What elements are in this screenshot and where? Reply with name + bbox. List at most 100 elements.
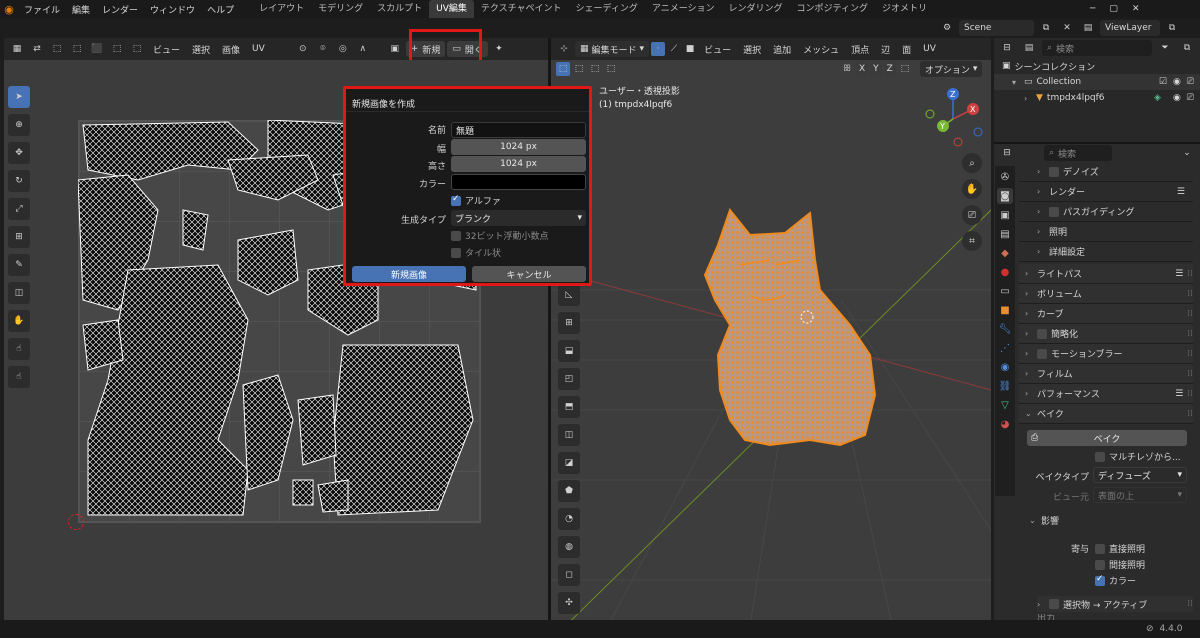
vertex-mode-icon[interactable]: ·	[651, 42, 666, 56]
view-from-dropdown[interactable]: 表面の上 ▾	[1093, 487, 1187, 503]
indirect-checkbox[interactable]: 間接照明	[1095, 558, 1145, 571]
select-extend-icon[interactable]: ⬚	[572, 62, 586, 76]
scene-tab-icon[interactable]: ◆	[997, 245, 1013, 261]
particles-tab-icon[interactable]: ⋰	[997, 340, 1013, 356]
multires-checkbox[interactable]: マルチレゾから...	[1095, 450, 1181, 463]
overlay-icon[interactable]: ⬚	[898, 62, 912, 76]
falloff-icon[interactable]: ∧	[354, 40, 372, 58]
scene-field[interactable]: Scene	[959, 20, 1034, 36]
drag-handle-icon[interactable]: ⁞⁞	[1187, 329, 1193, 339]
checkbox-icon[interactable]	[1037, 328, 1047, 339]
menu-edit[interactable]: 編集	[66, 3, 96, 16]
float-checkbox[interactable]: 32ビット浮動小数点	[451, 229, 548, 242]
new-image-confirm-button[interactable]: 新規画像	[352, 266, 466, 282]
outliner-search-input[interactable]: ⌕ 検索	[1042, 40, 1152, 56]
outliner-editor-icon[interactable]: ⊟	[998, 39, 1016, 57]
display-mode-icon[interactable]: ▤	[1020, 39, 1038, 57]
tab-compositing[interactable]: コンポジティング	[790, 0, 875, 18]
list-icon[interactable]: ☰	[1175, 269, 1183, 279]
rotate-tool-icon[interactable]: ↻	[8, 170, 30, 192]
menu-render[interactable]: レンダー	[96, 3, 144, 16]
close-icon[interactable]: ✕	[1058, 19, 1076, 37]
zoom-icon[interactable]: ⌕	[962, 153, 982, 173]
tab-uv-editing[interactable]: UV編集	[429, 0, 474, 18]
object-row[interactable]: › ▼ tmpdx4lpqf6 ◈ ◉ ⎚	[994, 90, 1200, 106]
tab-shading[interactable]: シェーディング	[569, 0, 645, 18]
pin-icon[interactable]: ✦	[490, 40, 508, 58]
denoise-row[interactable]: › デノイズ	[1019, 162, 1193, 182]
drag-handle-icon[interactable]: ⁞⁞	[1187, 269, 1193, 279]
editor-type-icon[interactable]: ⊹	[555, 40, 573, 58]
color-swatch[interactable]	[451, 174, 586, 190]
axis-z-button[interactable]: Z	[883, 61, 896, 77]
select-invert-icon[interactable]: ⬚	[604, 62, 618, 76]
expand-icon[interactable]: ⌄	[1178, 144, 1196, 162]
mode-dropdown[interactable]: ▦ 編集モード ▾	[575, 41, 650, 57]
checkbox-icon[interactable]	[1049, 166, 1059, 177]
drag-handle-icon[interactable]: ⁞⁞	[1187, 409, 1193, 419]
properties-editor-icon[interactable]: ⊟	[998, 144, 1016, 162]
relax-tool-icon[interactable]: ☝	[8, 338, 30, 360]
collection-row[interactable]: ▾ ▭ Collection ☑ ◉ ⎚	[994, 74, 1200, 90]
drag-handle-icon[interactable]: ⁞⁞	[1187, 349, 1193, 359]
sync-selection-icon[interactable]: ⇄	[28, 40, 46, 58]
copy-icon[interactable]: ⧉	[1037, 19, 1055, 37]
navigation-gizmo[interactable]: Z X Y	[918, 84, 988, 154]
pivot-icon[interactable]: ⊙	[294, 40, 312, 58]
material-tab-icon[interactable]: ◕	[997, 416, 1013, 432]
camera-icon[interactable]: ⎚	[962, 205, 982, 225]
view-layer-tab-icon[interactable]: ▤	[997, 226, 1013, 242]
butterfly-icon[interactable]: ꕥ	[840, 62, 854, 76]
tool-tab-icon[interactable]: ✇	[997, 169, 1013, 185]
copy-icon[interactable]: ⧉	[1163, 19, 1181, 37]
cube-tool-icon[interactable]: ◫	[8, 282, 30, 304]
loop-cut-tool-icon[interactable]: ◫	[558, 424, 580, 446]
edge-select-icon[interactable]: ⬚	[68, 40, 86, 58]
direct-checkbox[interactable]: 直接照明	[1095, 542, 1145, 555]
select-subtract-icon[interactable]: ⬚	[588, 62, 602, 76]
sticky-select-icon[interactable]: ⬚	[128, 40, 146, 58]
tab-modeling[interactable]: モデリング	[311, 0, 370, 18]
bake-row[interactable]: ⌄ ベイク ⁞⁞	[1019, 404, 1193, 424]
output-tab-icon[interactable]: ▣	[997, 207, 1013, 223]
gen-type-dropdown[interactable]: ブランク ▾	[451, 210, 586, 226]
measure-tool-icon[interactable]: ◺	[558, 284, 580, 306]
editor-type-icon[interactable]: ▦	[8, 40, 26, 58]
smooth-tool-icon[interactable]: ◍	[558, 536, 580, 558]
checkbox-icon[interactable]	[1049, 206, 1059, 217]
list-icon[interactable]: ☰	[1175, 389, 1183, 399]
grab-tool-icon[interactable]: ✋	[8, 310, 30, 332]
render-row[interactable]: › レンダー ☰	[1019, 182, 1193, 202]
bake-type-dropdown[interactable]: ディフューズ ▾	[1093, 467, 1187, 483]
vertex-select-icon[interactable]: ⬚	[48, 40, 66, 58]
pan-hand-icon[interactable]: ✋	[962, 179, 982, 199]
eye-icon[interactable]: ◉	[1173, 77, 1181, 87]
physics-tab-icon[interactable]: ◉	[997, 359, 1013, 375]
menu-edge[interactable]: 辺	[876, 43, 895, 56]
performance-row[interactable]: › パフォーマンス ☰ ⁞⁞	[1019, 384, 1193, 404]
shrink-tool-icon[interactable]: ◻	[558, 564, 580, 586]
axis-x-button[interactable]: X	[856, 61, 869, 77]
cancel-button[interactable]: キャンセル	[472, 266, 586, 282]
drag-handle-icon[interactable]: ⁞⁞	[1187, 289, 1193, 299]
snap-icon[interactable]: ⌾	[314, 40, 332, 58]
axis-y-button[interactable]: Y	[870, 61, 882, 77]
knife-tool-icon[interactable]: ◪	[558, 452, 580, 474]
menu-view[interactable]: ビュー	[148, 43, 185, 56]
cursor-tool-icon[interactable]: ⊕	[8, 114, 30, 136]
inset-tool-icon[interactable]: ◰	[558, 368, 580, 390]
tab-rendering[interactable]: レンダリング	[722, 0, 790, 18]
curves-row[interactable]: › カーブ ⁞⁞	[1019, 304, 1193, 324]
lighting-row[interactable]: › 照明	[1019, 222, 1193, 242]
bake-button[interactable]: ⎙ ベイク	[1027, 430, 1187, 446]
pinch-tool-icon[interactable]: ☝	[8, 366, 30, 388]
collection-tab-icon[interactable]: ▭	[997, 283, 1013, 299]
drag-handle-icon[interactable]: ⁞⁞	[1187, 389, 1193, 399]
motion-blur-row[interactable]: › モーションブラー ⁞⁞	[1019, 344, 1193, 364]
network-icon[interactable]: ⊘	[1146, 624, 1154, 634]
bevel-tool-icon[interactable]: ⬒	[558, 396, 580, 418]
face-select-icon[interactable]: ⬛	[88, 40, 106, 58]
camera-icon[interactable]: ⎚	[1187, 93, 1194, 103]
drag-handle-icon[interactable]: ⁞⁞	[1187, 369, 1193, 379]
menu-file[interactable]: ファイル	[18, 3, 66, 16]
